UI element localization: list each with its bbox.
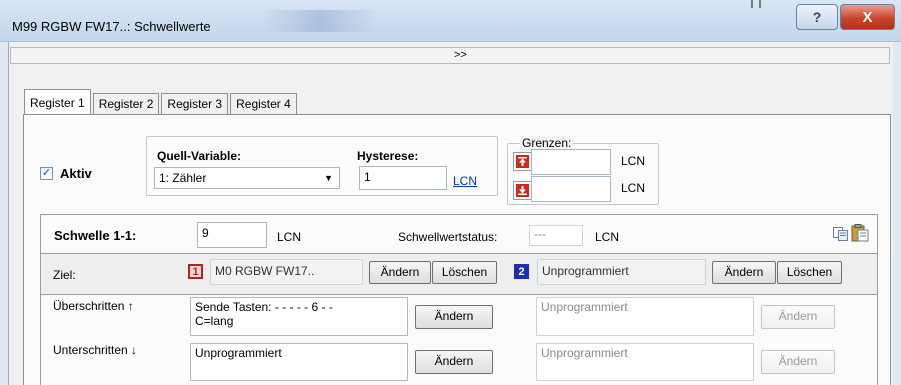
lower-limit-input[interactable] — [531, 176, 611, 202]
aktiv-label: Aktiv — [60, 166, 92, 181]
exceeded-change-2-button: Ändern — [761, 305, 835, 329]
hysteresis-unit-link[interactable]: LCN — [453, 174, 477, 188]
source-variable-label: Quell-Variable: — [157, 149, 242, 163]
upper-limit-icon[interactable] — [513, 152, 532, 171]
undercut-change-2-button: Ändern — [761, 350, 835, 374]
dropdown-arrow-icon: ▼ — [324, 173, 333, 183]
target-2-change-button[interactable]: Ändern — [712, 261, 776, 284]
undercut-command-2: Unprogrammiert — [536, 343, 754, 381]
checkmark-icon: ✓ — [41, 167, 52, 179]
close-icon: X — [862, 8, 873, 26]
tab-register-2[interactable]: Register 2 — [92, 93, 160, 115]
target-1-badge: 1 — [188, 264, 203, 279]
hysteresis-input[interactable]: 1 — [359, 166, 447, 190]
source-variable-value: 1: Zähler — [159, 171, 207, 185]
limits-label: Grenzen: — [520, 136, 574, 150]
undercut-command-1: Unprogrammiert — [190, 343, 408, 381]
paste-icon[interactable] — [851, 224, 869, 245]
expand-icon: >> — [454, 49, 467, 61]
tab-register-1[interactable]: Register 1 — [24, 89, 91, 115]
exceeded-command-2: Unprogrammiert — [536, 297, 754, 336]
help-icon: ? — [812, 9, 822, 25]
window-edge-marks — [751, 0, 761, 8]
copy-icon[interactable] — [833, 227, 848, 244]
undercut-label: Unterschritten ↓ — [53, 343, 138, 357]
threshold-status-label: Schwellwertstatus: — [398, 230, 498, 244]
tab-register-3[interactable]: Register 3 — [161, 93, 229, 115]
threshold-input[interactable]: 9 — [197, 222, 267, 248]
target-1-field: M0 RGBW FW17.. — [210, 259, 363, 285]
lower-limit-icon[interactable] — [513, 181, 532, 200]
target-label: Ziel: — [53, 268, 76, 282]
threshold-unit: LCN — [277, 230, 302, 244]
target-2-delete-button[interactable]: Löschen — [777, 261, 842, 284]
divider — [41, 294, 877, 295]
dialog-window: M99 RGBW FW17..: Schwellwerte ? X >> Reg… — [0, 0, 901, 385]
aktiv-checkbox[interactable]: ✓ — [40, 167, 53, 180]
divider — [41, 253, 877, 254]
threshold-status-unit: LCN — [595, 230, 620, 244]
exceeded-command-1: Sende Tasten: - - - - - 6 - - C=lang — [190, 297, 408, 336]
window-title: M99 RGBW FW17..: Schwellwerte — [12, 19, 211, 34]
threshold-status-field: --- — [529, 225, 583, 246]
title-bar-reflection — [260, 10, 380, 32]
help-button[interactable]: ? — [796, 4, 838, 30]
expand-bar[interactable]: >> — [10, 47, 890, 64]
exceeded-change-1-button[interactable]: Ändern — [415, 305, 493, 329]
target-1-change-button[interactable]: Ändern — [369, 261, 431, 284]
hysteresis-label: Hysterese: — [357, 149, 419, 163]
upper-limit-unit: LCN — [621, 154, 646, 168]
title-bar[interactable]: M99 RGBW FW17..: Schwellwerte ? X — [0, 0, 901, 42]
target-1-delete-button[interactable]: Löschen — [432, 261, 497, 284]
register-tabs: Register 1 Register 2 Register 3 Registe… — [24, 89, 299, 115]
lower-limit-unit: LCN — [621, 181, 646, 195]
upper-limit-input[interactable] — [531, 149, 611, 175]
tab-register-4[interactable]: Register 4 — [230, 93, 297, 115]
target-2-field: Unprogrammiert — [537, 259, 706, 285]
close-button[interactable]: X — [840, 4, 895, 30]
source-variable-select[interactable]: 1: Zähler ▼ — [154, 167, 340, 189]
target-2-badge: 2 — [514, 264, 529, 279]
exceeded-label: Überschritten ↑ — [53, 299, 134, 313]
undercut-change-1-button[interactable]: Ändern — [415, 350, 493, 374]
threshold-label: Schwelle 1-1: — [54, 228, 137, 243]
